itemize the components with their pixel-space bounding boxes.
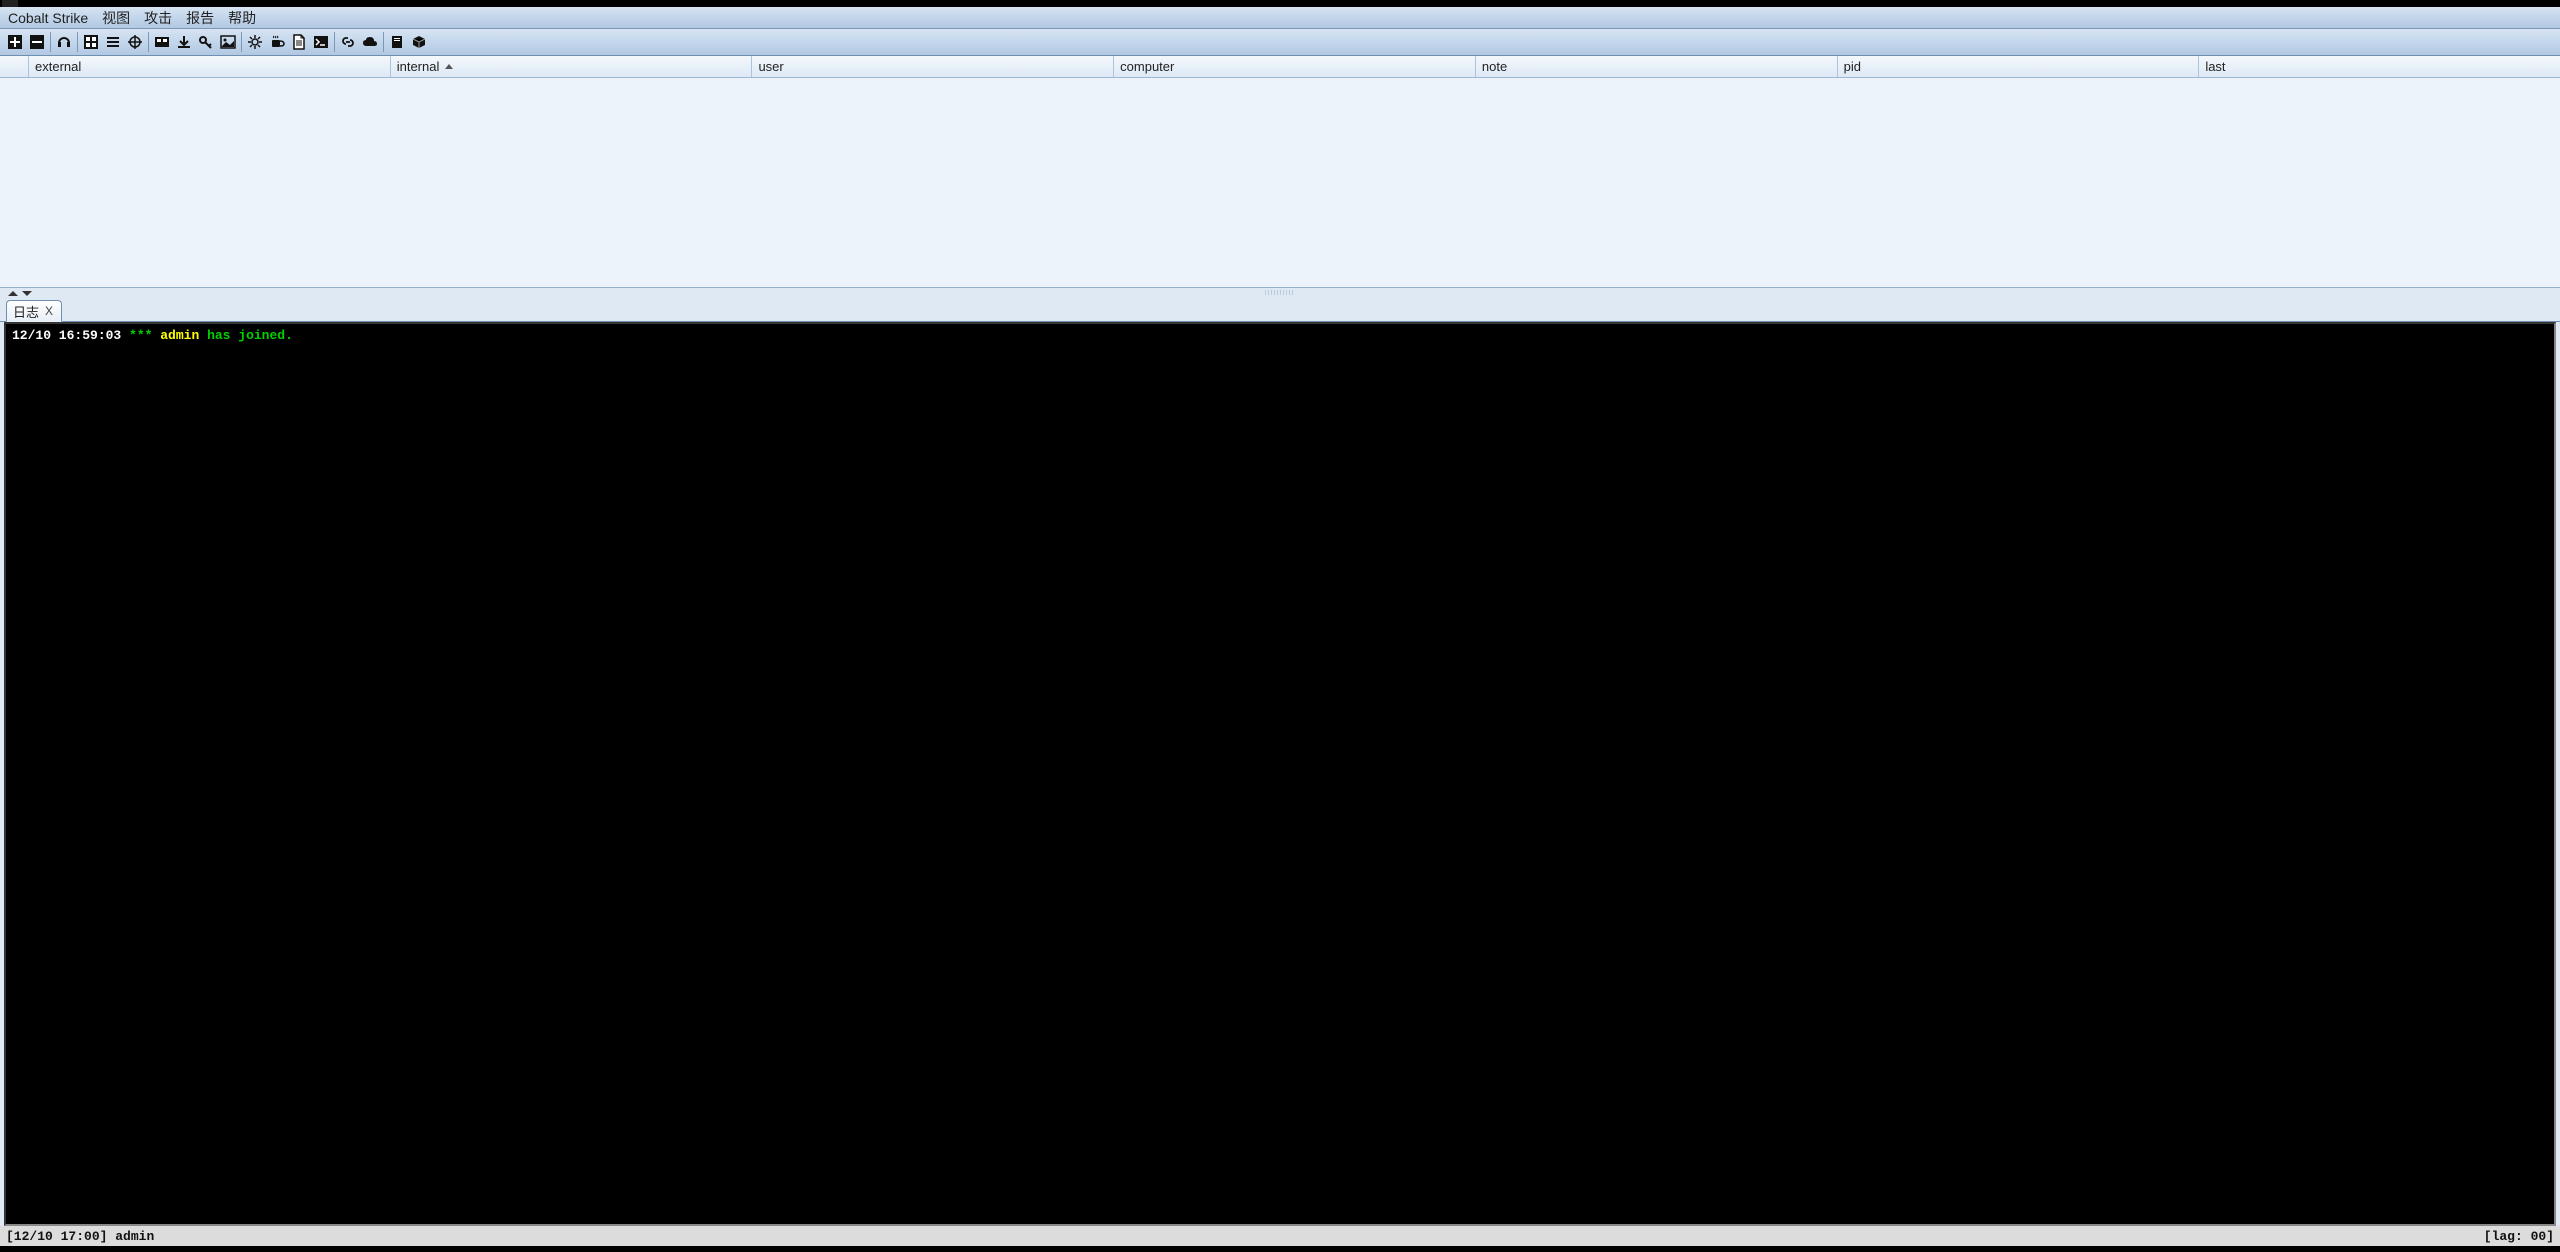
app-icon[interactable] xyxy=(151,31,173,53)
log-timestamp: 12/10 16:59:03 xyxy=(12,328,121,343)
document-icon[interactable] xyxy=(288,31,310,53)
close-icon[interactable]: X xyxy=(43,304,55,318)
toolbar-separator xyxy=(50,32,51,52)
plus-icon[interactable] xyxy=(4,31,26,53)
coffee-icon[interactable] xyxy=(266,31,288,53)
splitter-collapse-up-icon[interactable] xyxy=(8,291,18,296)
menu-help[interactable]: 帮助 xyxy=(222,8,262,28)
col-computer[interactable]: computer xyxy=(1113,56,1475,77)
status-time: [12/10 17:00] xyxy=(6,1229,107,1244)
col-external[interactable]: external xyxy=(28,56,390,77)
status-user: admin xyxy=(115,1229,154,1244)
cloud-icon[interactable] xyxy=(359,31,381,53)
bottom-strip xyxy=(0,1246,2560,1252)
splitter-collapse-down-icon[interactable] xyxy=(22,291,32,296)
toolbar-separator xyxy=(148,32,149,52)
menu-cobalt-strike[interactable]: Cobalt Strike xyxy=(4,8,94,28)
col-label: user xyxy=(758,59,783,74)
col-label: internal xyxy=(397,59,440,74)
terminal-icon[interactable] xyxy=(310,31,332,53)
console-statusbar: [12/10 17:00] admin [lag: 00] xyxy=(0,1226,2560,1246)
sort-asc-icon xyxy=(445,64,453,69)
download-icon[interactable] xyxy=(173,31,195,53)
toolbar-separator xyxy=(77,32,78,52)
event-log-console[interactable]: 12/10 16:59:03 *** admin has joined. xyxy=(4,322,2556,1226)
menu-view[interactable]: 视图 xyxy=(96,8,136,28)
log-user: admin xyxy=(160,328,199,343)
image-icon[interactable] xyxy=(217,31,239,53)
menu-attack[interactable]: 攻击 xyxy=(138,8,178,28)
col-label: computer xyxy=(1120,59,1174,74)
col-label: pid xyxy=(1844,59,1861,74)
toolbar xyxy=(0,29,2560,56)
gear-icon[interactable] xyxy=(244,31,266,53)
col-internal[interactable]: internal xyxy=(390,56,752,77)
toolbar-separator xyxy=(383,32,384,52)
window-icon xyxy=(2,0,18,7)
sessions-table-header: external internal user computer note pid… xyxy=(0,56,2560,78)
menu-report[interactable]: 报告 xyxy=(180,8,220,28)
package-icon[interactable] xyxy=(408,31,430,53)
list-icon[interactable] xyxy=(102,31,124,53)
minus-icon[interactable] xyxy=(26,31,48,53)
menu-bar: Cobalt Strike 视图 攻击 报告 帮助 xyxy=(0,7,2560,29)
status-left: [12/10 17:00] admin xyxy=(6,1229,154,1244)
log-action: has joined. xyxy=(207,328,293,343)
toolbar-separator xyxy=(241,32,242,52)
sessions-table-body[interactable] xyxy=(0,78,2560,288)
log-stars: *** xyxy=(129,328,152,343)
tab-log[interactable]: 日志 X xyxy=(6,300,62,322)
server-icon[interactable] xyxy=(386,31,408,53)
status-right: [lag: 00] xyxy=(2484,1229,2554,1244)
console-area: 12/10 16:59:03 *** admin has joined. [12… xyxy=(0,322,2560,1246)
col-last[interactable]: last xyxy=(2198,56,2560,77)
col-label: external xyxy=(35,59,81,74)
col-pid[interactable]: pid xyxy=(1837,56,2199,77)
col-label: last xyxy=(2205,59,2225,74)
grid-icon[interactable] xyxy=(80,31,102,53)
link-icon[interactable] xyxy=(337,31,359,53)
col-user[interactable]: user xyxy=(751,56,1113,77)
window-titlebar-stub xyxy=(0,0,2560,7)
splitter-handle[interactable] xyxy=(0,288,2560,298)
col-note[interactable]: note xyxy=(1475,56,1837,77)
target-icon[interactable] xyxy=(124,31,146,53)
toolbar-separator xyxy=(334,32,335,52)
console-tabbar: 日志 X xyxy=(0,298,2560,322)
tab-label: 日志 xyxy=(13,302,39,321)
headset-icon[interactable] xyxy=(53,31,75,53)
key-icon[interactable] xyxy=(195,31,217,53)
col-label: note xyxy=(1482,59,1507,74)
splitter-grip-icon xyxy=(1265,290,1295,295)
col-icon[interactable] xyxy=(0,56,28,77)
